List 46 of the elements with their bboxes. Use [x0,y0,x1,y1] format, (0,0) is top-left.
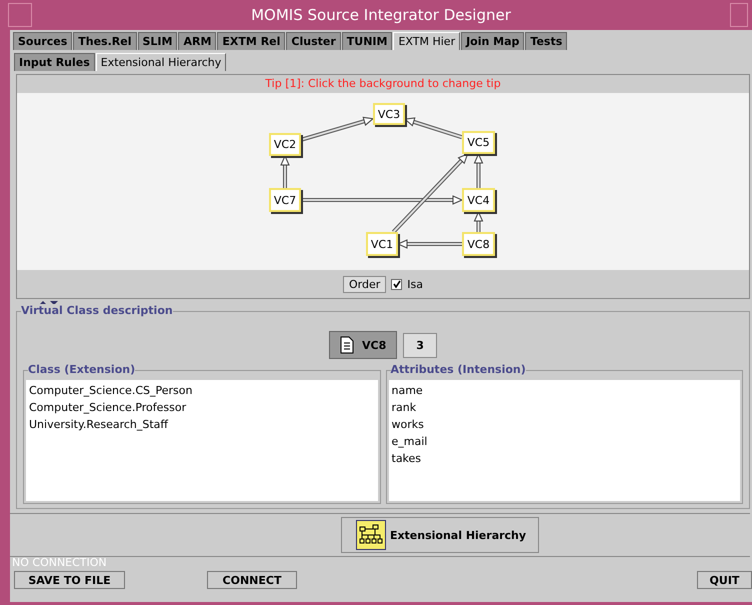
list-item[interactable]: name [388,382,740,399]
graph-node[interactable]: VC2 [269,133,301,156]
list-item[interactable]: Computer_Science.Professor [26,399,378,416]
action-button[interactable]: QUIT [697,571,752,589]
tab[interactable]: EXTM Hier [393,32,460,50]
action-button[interactable]: CONNECT [207,571,297,589]
tab[interactable]: Tests [525,32,568,50]
isa-checkbox[interactable] [391,278,402,290]
count-field: 3 [403,332,437,358]
graph-node[interactable]: VC7 [269,188,301,212]
graph-canvas[interactable]: VC3 VC2 VC5 VC7 VC4 VC1 VC8 [17,93,749,270]
graph-node[interactable]: VC3 [373,103,405,125]
list-title: Attributes (Intension) [390,363,526,376]
list-title: Class (Extension) [28,363,136,376]
hierarchy-icon [356,520,386,550]
order-button[interactable]: Order [343,276,386,292]
tab[interactable]: SLIM [138,32,178,50]
checkbox-label: Isa [407,278,423,290]
tab[interactable]: Thes.Rel [73,32,136,50]
action-button[interactable]: SAVE TO FILE [14,571,125,589]
document-icon [340,336,354,354]
tab[interactable]: Input Rules [14,53,95,71]
tab[interactable]: EXTM Rel [217,32,286,50]
tab[interactable]: Join Map [461,32,524,50]
list-item[interactable]: University.Research_Staff [26,416,378,433]
window-title: MOMIS Source Integrator Designer [250,6,512,24]
list-item[interactable]: Computer_Science.CS_Person [26,382,378,399]
graph-node[interactable]: VC1 [366,232,398,256]
class-button[interactable]: VC8 [329,331,398,359]
extensional-hierarchy-button[interactable]: Extensional Hierarchy [340,517,540,553]
tab[interactable]: Sources [13,32,72,50]
graph-node[interactable]: VC4 [462,188,495,212]
graph-node[interactable]: VC5 [462,131,495,154]
tab[interactable]: Cluster [286,32,341,50]
tip-text: Tip [1]: Click the background to change tip [264,76,502,92]
list-item[interactable]: e_mail [388,433,740,450]
list-item[interactable]: works [388,416,740,433]
window-menu-button[interactable] [8,3,32,27]
tab[interactable]: TUNIM [342,32,392,50]
tab[interactable]: ARM [178,32,216,50]
graph-node[interactable]: VC8 [462,232,495,256]
list-item[interactable]: rank [388,399,740,416]
panel-title: Virtual Class description [21,304,173,317]
minimize-button[interactable] [730,3,748,27]
tab[interactable]: Extensional Hierarchy [96,53,226,71]
list-item[interactable]: takes [388,450,740,467]
